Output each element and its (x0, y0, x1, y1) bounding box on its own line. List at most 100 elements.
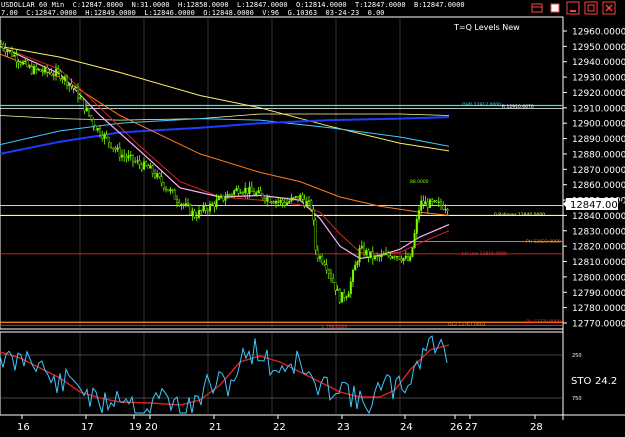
candle-body (160, 176, 163, 184)
candle-body (87, 107, 90, 116)
candle-body (277, 200, 280, 203)
candle-body (237, 188, 240, 194)
candle-body (413, 233, 416, 248)
candle-body (127, 155, 130, 159)
candle-body (116, 147, 119, 150)
level-label-lh-low: LH Low 12815.0000 (462, 251, 507, 257)
price-tick-label: 12900.0000 (572, 120, 625, 130)
candle-body (37, 69, 40, 71)
level-label-88: 88.0000 (410, 179, 429, 185)
candle-body (407, 256, 410, 261)
candle-body (79, 97, 82, 99)
price-tick-label: 12960.0000 (572, 28, 625, 38)
price-tick-label: 12930.0000 (572, 74, 625, 84)
candle-body (354, 264, 357, 271)
price-tick-label: 12880.0000 (572, 150, 625, 160)
last-price-arrow (563, 200, 567, 208)
candle-body (8, 50, 11, 52)
candle-body (437, 201, 440, 203)
candle-body (2, 44, 5, 49)
candle-body (101, 135, 104, 139)
candle-body (264, 198, 267, 202)
candle-body (305, 201, 308, 206)
date-tick-label: 19 (129, 422, 142, 433)
osc-stoch-line (0, 335, 448, 415)
candle-body (24, 60, 27, 62)
candle-body (321, 256, 324, 264)
candle-body (94, 125, 97, 131)
candle-body (85, 107, 88, 112)
last-price-label: 12847.0000 (570, 200, 625, 211)
candle-body (292, 197, 295, 199)
ma-blue (0, 116, 450, 155)
candle-body (415, 218, 418, 234)
candle-body (424, 201, 427, 205)
candle-body (46, 67, 49, 73)
candle-body (180, 204, 183, 206)
date-axis: 16 17 19 20 21 22 23 24 26 27 28 (17, 415, 543, 433)
candle-body (92, 119, 95, 127)
candle-body (206, 210, 209, 212)
level-label-rollover: 0 Rollover 12840.0000 (494, 212, 545, 218)
candle-body (4, 48, 7, 53)
osc-signal-line (0, 344, 450, 406)
candle-body (330, 272, 333, 279)
candle-body (444, 208, 447, 211)
candle-body (186, 203, 189, 206)
candle-body (189, 204, 192, 216)
candle-body (389, 255, 392, 259)
candle-body (81, 97, 84, 101)
chart-canvas[interactable]: T=Q Levels New OHD 12912.0000 R 12910.66… (0, 0, 625, 437)
oscillator-panel-frame (0, 331, 564, 416)
candle-body (55, 68, 58, 76)
candle-body (19, 62, 22, 65)
candle-body (98, 128, 101, 136)
date-tick-label: 17 (81, 422, 94, 433)
candle-body (283, 202, 286, 206)
candle-body (30, 66, 33, 74)
candle-body (259, 190, 262, 195)
candle-body (120, 154, 123, 158)
candle-body (44, 67, 47, 73)
candle-body (275, 200, 278, 204)
candle-body (182, 204, 185, 206)
candle-body (349, 281, 352, 295)
candle-body (68, 83, 71, 86)
candle-body (10, 50, 13, 57)
candle-body (426, 201, 429, 208)
candle-body (404, 256, 407, 259)
candle-body (367, 250, 370, 257)
candle-body (294, 196, 297, 198)
candle-body (39, 69, 42, 72)
candle-body (222, 195, 225, 201)
candle-body (26, 60, 29, 67)
price-tick-label: 12910.0000 (572, 104, 625, 114)
candle-body (360, 245, 363, 249)
candle-body (65, 76, 68, 86)
candle-body (261, 193, 264, 199)
candle-body (15, 54, 18, 62)
candle-body (169, 189, 172, 192)
candle-body (48, 71, 51, 74)
candle-body (129, 154, 132, 156)
date-tick-label: 26 (450, 422, 463, 433)
candle-body (252, 191, 255, 196)
candle-body (118, 147, 121, 158)
candle-body (162, 182, 165, 189)
price-axis: 12960.0000 12950.0000 12940.0000 12930.0000… (563, 28, 625, 330)
candle-body (246, 187, 249, 194)
candle-body (125, 156, 128, 159)
candle-body (288, 201, 291, 203)
candle-body (107, 136, 110, 144)
date-tick-label: 23 (337, 422, 350, 433)
candle-body (369, 251, 372, 257)
candle-body (387, 253, 390, 256)
candle-body (74, 87, 77, 89)
candle-body (233, 190, 236, 195)
candle-body (109, 142, 112, 149)
candle-body (61, 78, 64, 80)
price-tick-label: 12830.0000 (572, 227, 625, 237)
candle-body (136, 160, 139, 162)
price-tick-label: 12870.0000 (572, 166, 625, 176)
candle-body (17, 61, 20, 64)
